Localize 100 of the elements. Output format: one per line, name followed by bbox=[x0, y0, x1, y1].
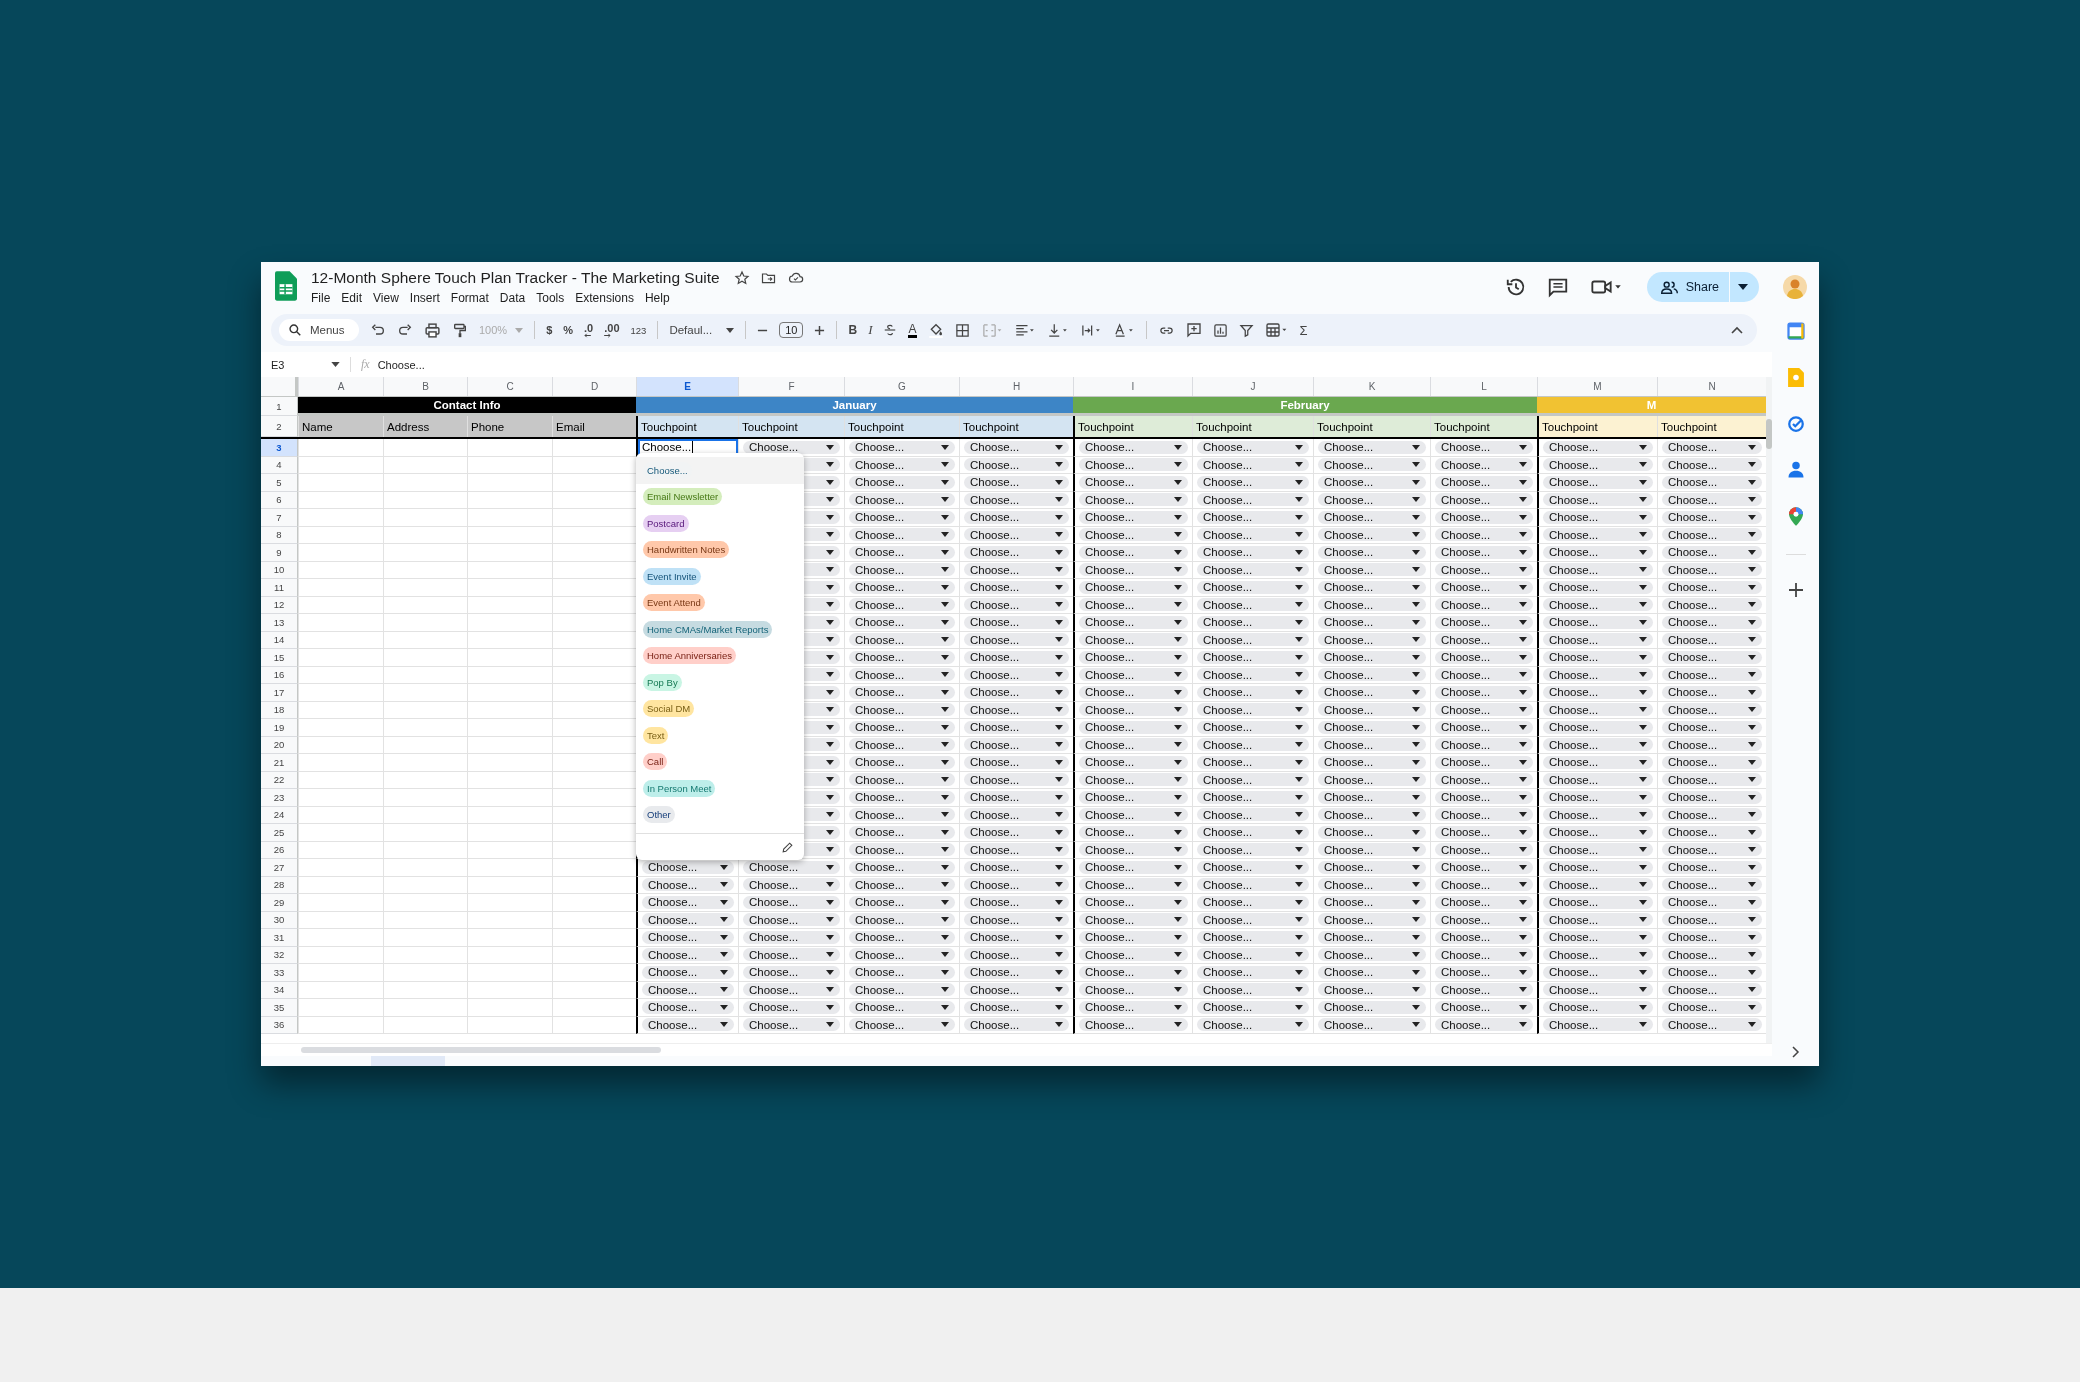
caret-icon[interactable] bbox=[1412, 724, 1420, 730]
table-cell[interactable] bbox=[467, 999, 552, 1017]
caret-icon[interactable] bbox=[1519, 672, 1527, 678]
dropdown-chip[interactable]: Choose... bbox=[1197, 930, 1309, 944]
dropdown-chip[interactable]: Choose... bbox=[849, 720, 955, 734]
dropdown-chip[interactable]: Choose... bbox=[1435, 580, 1533, 594]
caret-icon[interactable] bbox=[1748, 917, 1756, 923]
dropdown-chip[interactable]: Choose... bbox=[964, 475, 1069, 489]
caret-icon[interactable] bbox=[1519, 812, 1527, 818]
dropdown-chip[interactable]: Choose... bbox=[1318, 563, 1426, 577]
table-cell[interactable]: Choose... bbox=[1073, 474, 1192, 492]
expand-panel-icon[interactable] bbox=[1791, 1046, 1800, 1058]
dropdown-chip[interactable]: Choose... bbox=[743, 948, 840, 962]
table-cell[interactable]: Choose... bbox=[1430, 474, 1537, 492]
column-header[interactable]: H bbox=[959, 377, 1073, 396]
redo-icon[interactable] bbox=[397, 322, 413, 338]
dropdown-chip[interactable]: Choose... bbox=[1662, 948, 1762, 962]
table-cell[interactable] bbox=[383, 474, 467, 492]
caret-icon[interactable] bbox=[1519, 654, 1527, 660]
dropdown-chip[interactable]: Choose... bbox=[1197, 948, 1309, 962]
dropdown-chip[interactable]: Choose... bbox=[1318, 720, 1426, 734]
text-rotation-icon[interactable] bbox=[1112, 322, 1135, 338]
dropdown-chip[interactable]: Choose... bbox=[964, 965, 1069, 979]
table-cell[interactable] bbox=[298, 754, 383, 772]
table-cell[interactable]: Choose... bbox=[1657, 894, 1766, 912]
dropdown-chip[interactable]: Choose... bbox=[1318, 808, 1426, 822]
dropdown-chip[interactable]: Choose... bbox=[1197, 895, 1309, 909]
dropdown-chip[interactable]: Choose... bbox=[1318, 650, 1426, 664]
dropdown-chip[interactable]: Choose... bbox=[1197, 633, 1309, 647]
dropdown-chip[interactable]: Choose... bbox=[1662, 930, 1762, 944]
table-cell[interactable] bbox=[383, 561, 467, 579]
caret-icon[interactable] bbox=[1639, 462, 1647, 468]
table-cell[interactable]: Choose... bbox=[1537, 666, 1657, 684]
table-cell[interactable] bbox=[467, 981, 552, 999]
option-chip[interactable]: Event Attend bbox=[643, 594, 705, 612]
caret-icon[interactable] bbox=[1055, 672, 1063, 678]
dropdown-chip[interactable]: Choose... bbox=[1079, 790, 1188, 804]
dropdown-chip[interactable]: Choose... bbox=[1435, 825, 1533, 839]
caret-icon[interactable] bbox=[1639, 847, 1647, 853]
caret-icon[interactable] bbox=[1639, 952, 1647, 958]
table-cell[interactable]: Choose... bbox=[1073, 771, 1192, 789]
table-cell[interactable]: Choose... bbox=[959, 491, 1073, 509]
table-cell[interactable]: Choose... bbox=[1313, 894, 1430, 912]
dropdown-chip[interactable]: Choose... bbox=[1079, 948, 1188, 962]
table-cell[interactable]: Choose... bbox=[1192, 911, 1313, 929]
row-number[interactable]: 1 bbox=[261, 397, 298, 416]
table-cell[interactable]: Choose... bbox=[844, 596, 959, 614]
caret-icon[interactable] bbox=[1639, 899, 1647, 905]
table-cell[interactable]: Choose... bbox=[1073, 859, 1192, 877]
dropdown-chip[interactable]: Choose... bbox=[964, 580, 1069, 594]
caret-icon[interactable] bbox=[1055, 882, 1063, 888]
table-cell[interactable]: Choose... bbox=[844, 789, 959, 807]
caret-icon[interactable] bbox=[1295, 602, 1303, 608]
table-cell[interactable]: Choose... bbox=[1430, 946, 1537, 964]
table-cell[interactable]: Choose... bbox=[1192, 771, 1313, 789]
table-cell[interactable]: Choose... bbox=[959, 596, 1073, 614]
table-cell[interactable]: Choose... bbox=[844, 719, 959, 737]
dropdown-chip[interactable]: Choose... bbox=[1543, 493, 1653, 507]
caret-icon[interactable] bbox=[1412, 934, 1420, 940]
table-cell[interactable]: Choose... bbox=[1430, 806, 1537, 824]
caret-icon[interactable] bbox=[1295, 724, 1303, 730]
table-cell[interactable]: Choose... bbox=[636, 929, 738, 947]
caret-icon[interactable] bbox=[1748, 672, 1756, 678]
table-cell[interactable]: Choose... bbox=[1192, 824, 1313, 842]
column-header[interactable]: A bbox=[298, 377, 383, 396]
table-cell[interactable] bbox=[383, 789, 467, 807]
caret-icon[interactable] bbox=[826, 637, 834, 643]
dropdown-chip[interactable]: Choose... bbox=[1197, 720, 1309, 734]
table-cell[interactable]: Choose... bbox=[1657, 771, 1766, 789]
table-cell[interactable]: Choose... bbox=[1073, 526, 1192, 544]
caret-icon[interactable] bbox=[1295, 759, 1303, 765]
dropdown-chip[interactable]: Choose... bbox=[964, 440, 1069, 454]
caret-icon[interactable] bbox=[826, 497, 834, 503]
caret-icon[interactable] bbox=[1748, 479, 1756, 485]
table-cell[interactable]: Choose... bbox=[1430, 684, 1537, 702]
table-cell[interactable] bbox=[298, 631, 383, 649]
table-cell[interactable] bbox=[467, 509, 552, 527]
option-chip[interactable]: Home Anniversaries bbox=[643, 647, 736, 665]
dropdown-chip[interactable]: Choose... bbox=[849, 493, 955, 507]
table-cell[interactable]: Choose... bbox=[1073, 754, 1192, 772]
caret-icon[interactable] bbox=[1748, 899, 1756, 905]
dropdown-chip[interactable]: Choose... bbox=[1435, 755, 1533, 769]
table-cell[interactable]: Choose... bbox=[1073, 579, 1192, 597]
dropdown-chip[interactable]: Choose... bbox=[964, 913, 1069, 927]
table-cell[interactable]: Choose... bbox=[1073, 876, 1192, 894]
table-cell[interactable]: Choose... bbox=[1657, 789, 1766, 807]
table-cell[interactable]: Choose... bbox=[1537, 631, 1657, 649]
caret-icon[interactable] bbox=[1174, 462, 1182, 468]
table-cell[interactable] bbox=[298, 596, 383, 614]
table-cell[interactable] bbox=[467, 771, 552, 789]
caret-icon[interactable] bbox=[1748, 707, 1756, 713]
caret-icon[interactable] bbox=[1055, 969, 1063, 975]
table-cell[interactable] bbox=[383, 544, 467, 562]
dropdown-chip[interactable]: Choose... bbox=[1318, 930, 1426, 944]
dropdown-chip[interactable]: Choose... bbox=[642, 860, 734, 874]
dropdown-chip[interactable]: Choose... bbox=[1543, 475, 1653, 489]
table-cell[interactable] bbox=[383, 841, 467, 859]
caret-icon[interactable] bbox=[1174, 689, 1182, 695]
dropdown-chip[interactable]: Choose... bbox=[1197, 580, 1309, 594]
table-cell[interactable]: Choose... bbox=[1313, 526, 1430, 544]
